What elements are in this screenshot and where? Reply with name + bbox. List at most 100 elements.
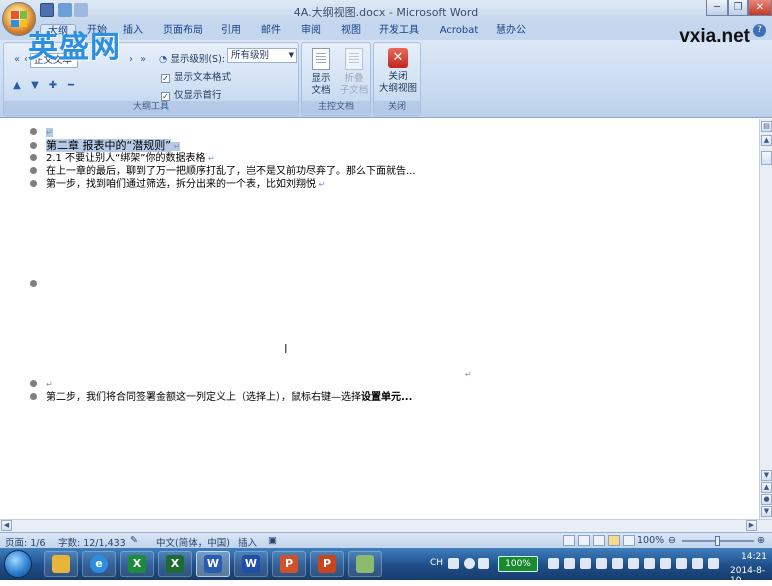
keyboard-icon[interactable] [448,558,459,569]
horizontal-scrollbar[interactable]: ◀ ▶ [0,519,772,532]
taskbar-excel-2[interactable]: X [158,551,192,577]
powerpoint-icon: P [318,555,336,573]
maximize-button[interactable]: ❐ [728,0,748,16]
bullet-icon [30,142,37,149]
document-area[interactable]: ↵ 第二章 报表中的“潜规则” ↵ 2.1 不要让别人“绑架”你的数据表格 ↵ … [0,119,759,519]
tray-app-icon[interactable] [580,558,591,569]
previous-page-icon[interactable]: ▲ [761,482,772,493]
ruler-toggle-icon[interactable]: ▤ [761,121,772,132]
tray-app-icon[interactable] [548,558,559,569]
move-up-icon[interactable]: ▲ [10,79,24,93]
outline-item[interactable]: 在上一章的最后，聊到了万一把顺序打乱了，岂不是又前功尽弃了。那么下面就告... [30,165,416,178]
proofing-icon[interactable]: ✎ [130,535,138,546]
demote-to-body-icon[interactable]: » [136,53,150,67]
taskbar-ie[interactable]: e [82,551,116,577]
outline-item[interactable]: 2.1 不要让别人“绑架”你的数据表格 ↵ [30,152,215,165]
next-page-icon[interactable]: ▼ [761,506,772,517]
network-icon[interactable] [676,558,687,569]
outline-item-image[interactable] [30,278,46,291]
macro-icon[interactable]: ▣ [268,535,277,546]
ime-help-icon[interactable] [464,558,475,569]
clock-time[interactable]: 14:21 [741,552,767,562]
tab-acrobat[interactable]: Acrobat [436,24,482,40]
show-desktop-icon[interactable] [564,558,575,569]
settings-icon[interactable] [478,558,489,569]
language[interactable]: 中文(简体，中国) [156,535,230,549]
close-button[interactable]: ✕ [748,0,772,16]
flag-icon[interactable] [692,558,703,569]
scroll-down-icon[interactable]: ▼ [761,470,772,481]
tab-developer[interactable]: 开发工具 [376,24,422,40]
text-cursor-icon: I [284,342,288,356]
clock-date[interactable]: 2014-8-10 [730,566,772,586]
tab-page-layout[interactable]: 页面布局 [160,24,206,40]
scroll-right-icon[interactable]: ▶ [746,520,757,531]
tab-insert[interactable]: 插入 [116,24,150,40]
bullet-icon [30,280,37,287]
word-count[interactable]: 字数: 12/1,433 [58,535,126,549]
battery-indicator[interactable]: 100% [498,556,538,572]
taskbar-powerpoint[interactable]: P [272,551,306,577]
zoom-out-icon[interactable]: ⊖ [668,535,676,546]
taskbar-app[interactable] [348,551,382,577]
minimize-button[interactable]: ─ [706,0,728,16]
tab-view[interactable]: 视图 [336,24,366,40]
outline-item[interactable]: 第一步，找到咱们通过筛选，拆分出来的一个表，比如刘翔悦 ↵ [30,178,325,191]
tab-review[interactable]: 审阅 [296,24,326,40]
tray-app-icon[interactable] [596,558,607,569]
tray-app-icon[interactable] [628,558,639,569]
outline-item[interactable]: ↵ [30,126,53,139]
taskbar-word-2[interactable]: W [234,551,268,577]
scroll-left-icon[interactable]: ◀ [1,520,12,531]
taskbar-explorer[interactable] [44,551,78,577]
scroll-thumb[interactable] [761,151,772,165]
ime-indicator[interactable]: CH [430,558,443,568]
close-outline-view-button[interactable]: ✕ 关闭 大纲视图 [376,48,420,95]
tab-huibangong[interactable]: 慧办公 [492,24,530,40]
folder-icon [52,555,70,573]
first-line-only-checkbox[interactable]: ✓ 仅显示首行 [161,87,222,101]
zoom-level[interactable]: 100% [637,535,664,546]
status-bar: 页面: 1/6 字数: 12/1,433 ✎ 中文(简体，中国) 插入 ▣ 10… [0,532,772,549]
draft-view-icon[interactable] [623,535,635,546]
outline-item[interactable]: 第二章 报表中的“潜规则” ↵ [30,139,181,153]
powerpoint-icon: P [280,555,298,573]
volume-icon[interactable] [708,558,719,569]
browse-object-icon[interactable]: ● [761,494,772,505]
start-button[interactable] [4,550,32,578]
taskbar-powerpoint-2[interactable]: P [310,551,344,577]
taskbar-excel[interactable]: X [120,551,154,577]
collapse-subdocuments-button[interactable]: 折叠 子文档 [338,48,370,97]
insert-mode[interactable]: 插入 [238,535,257,549]
taskbar-word[interactable]: W [196,551,230,577]
expand-icon[interactable]: ✚ [46,79,60,93]
outline-view-icon[interactable] [608,535,620,546]
show-text-format-checkbox[interactable]: ✓ 显示文本格式 [161,69,231,83]
zoom-in-icon[interactable]: ⊕ [757,535,765,546]
show-level-select[interactable]: 所有级别 ▼ [227,48,297,63]
print-layout-view-icon[interactable] [563,535,575,546]
collapse-icon[interactable]: ━ [64,79,78,93]
tray-app-icon[interactable] [644,558,655,569]
outline-item[interactable]: 第二步，我们将合同签署金额这一列定义上（选择上），鼠标右键—选择设置单元... [30,391,412,404]
outline-item[interactable]: ↵ [30,378,53,391]
scroll-up-icon[interactable]: ▲ [761,135,772,146]
tray-app-icon[interactable] [612,558,623,569]
zoom-slider[interactable] [682,536,754,546]
help-icon[interactable]: ? [753,24,766,37]
close-icon: ✕ [388,48,408,68]
full-screen-view-icon[interactable] [578,535,590,546]
app-icon [356,555,374,573]
tab-mailings[interactable]: 邮件 [256,24,286,40]
zoom-slider-thumb[interactable] [715,536,720,546]
web-layout-view-icon[interactable] [593,535,605,546]
vertical-scrollbar[interactable]: ▤ ▲ ▼ ▲ ● ▼ [759,119,772,519]
tab-references[interactable]: 引用 [216,24,246,40]
show-document-button[interactable]: 显示 文档 [306,48,336,97]
show-level-label: ◔ 显示级别(S): [159,54,225,65]
move-down-icon[interactable]: ▼ [28,79,42,93]
tray-app-icon[interactable] [660,558,671,569]
page-count[interactable]: 页面: 1/6 [5,535,46,549]
check-icon: ✓ [161,74,170,83]
group-label-outline-tools: 大纲工具 [4,101,298,114]
